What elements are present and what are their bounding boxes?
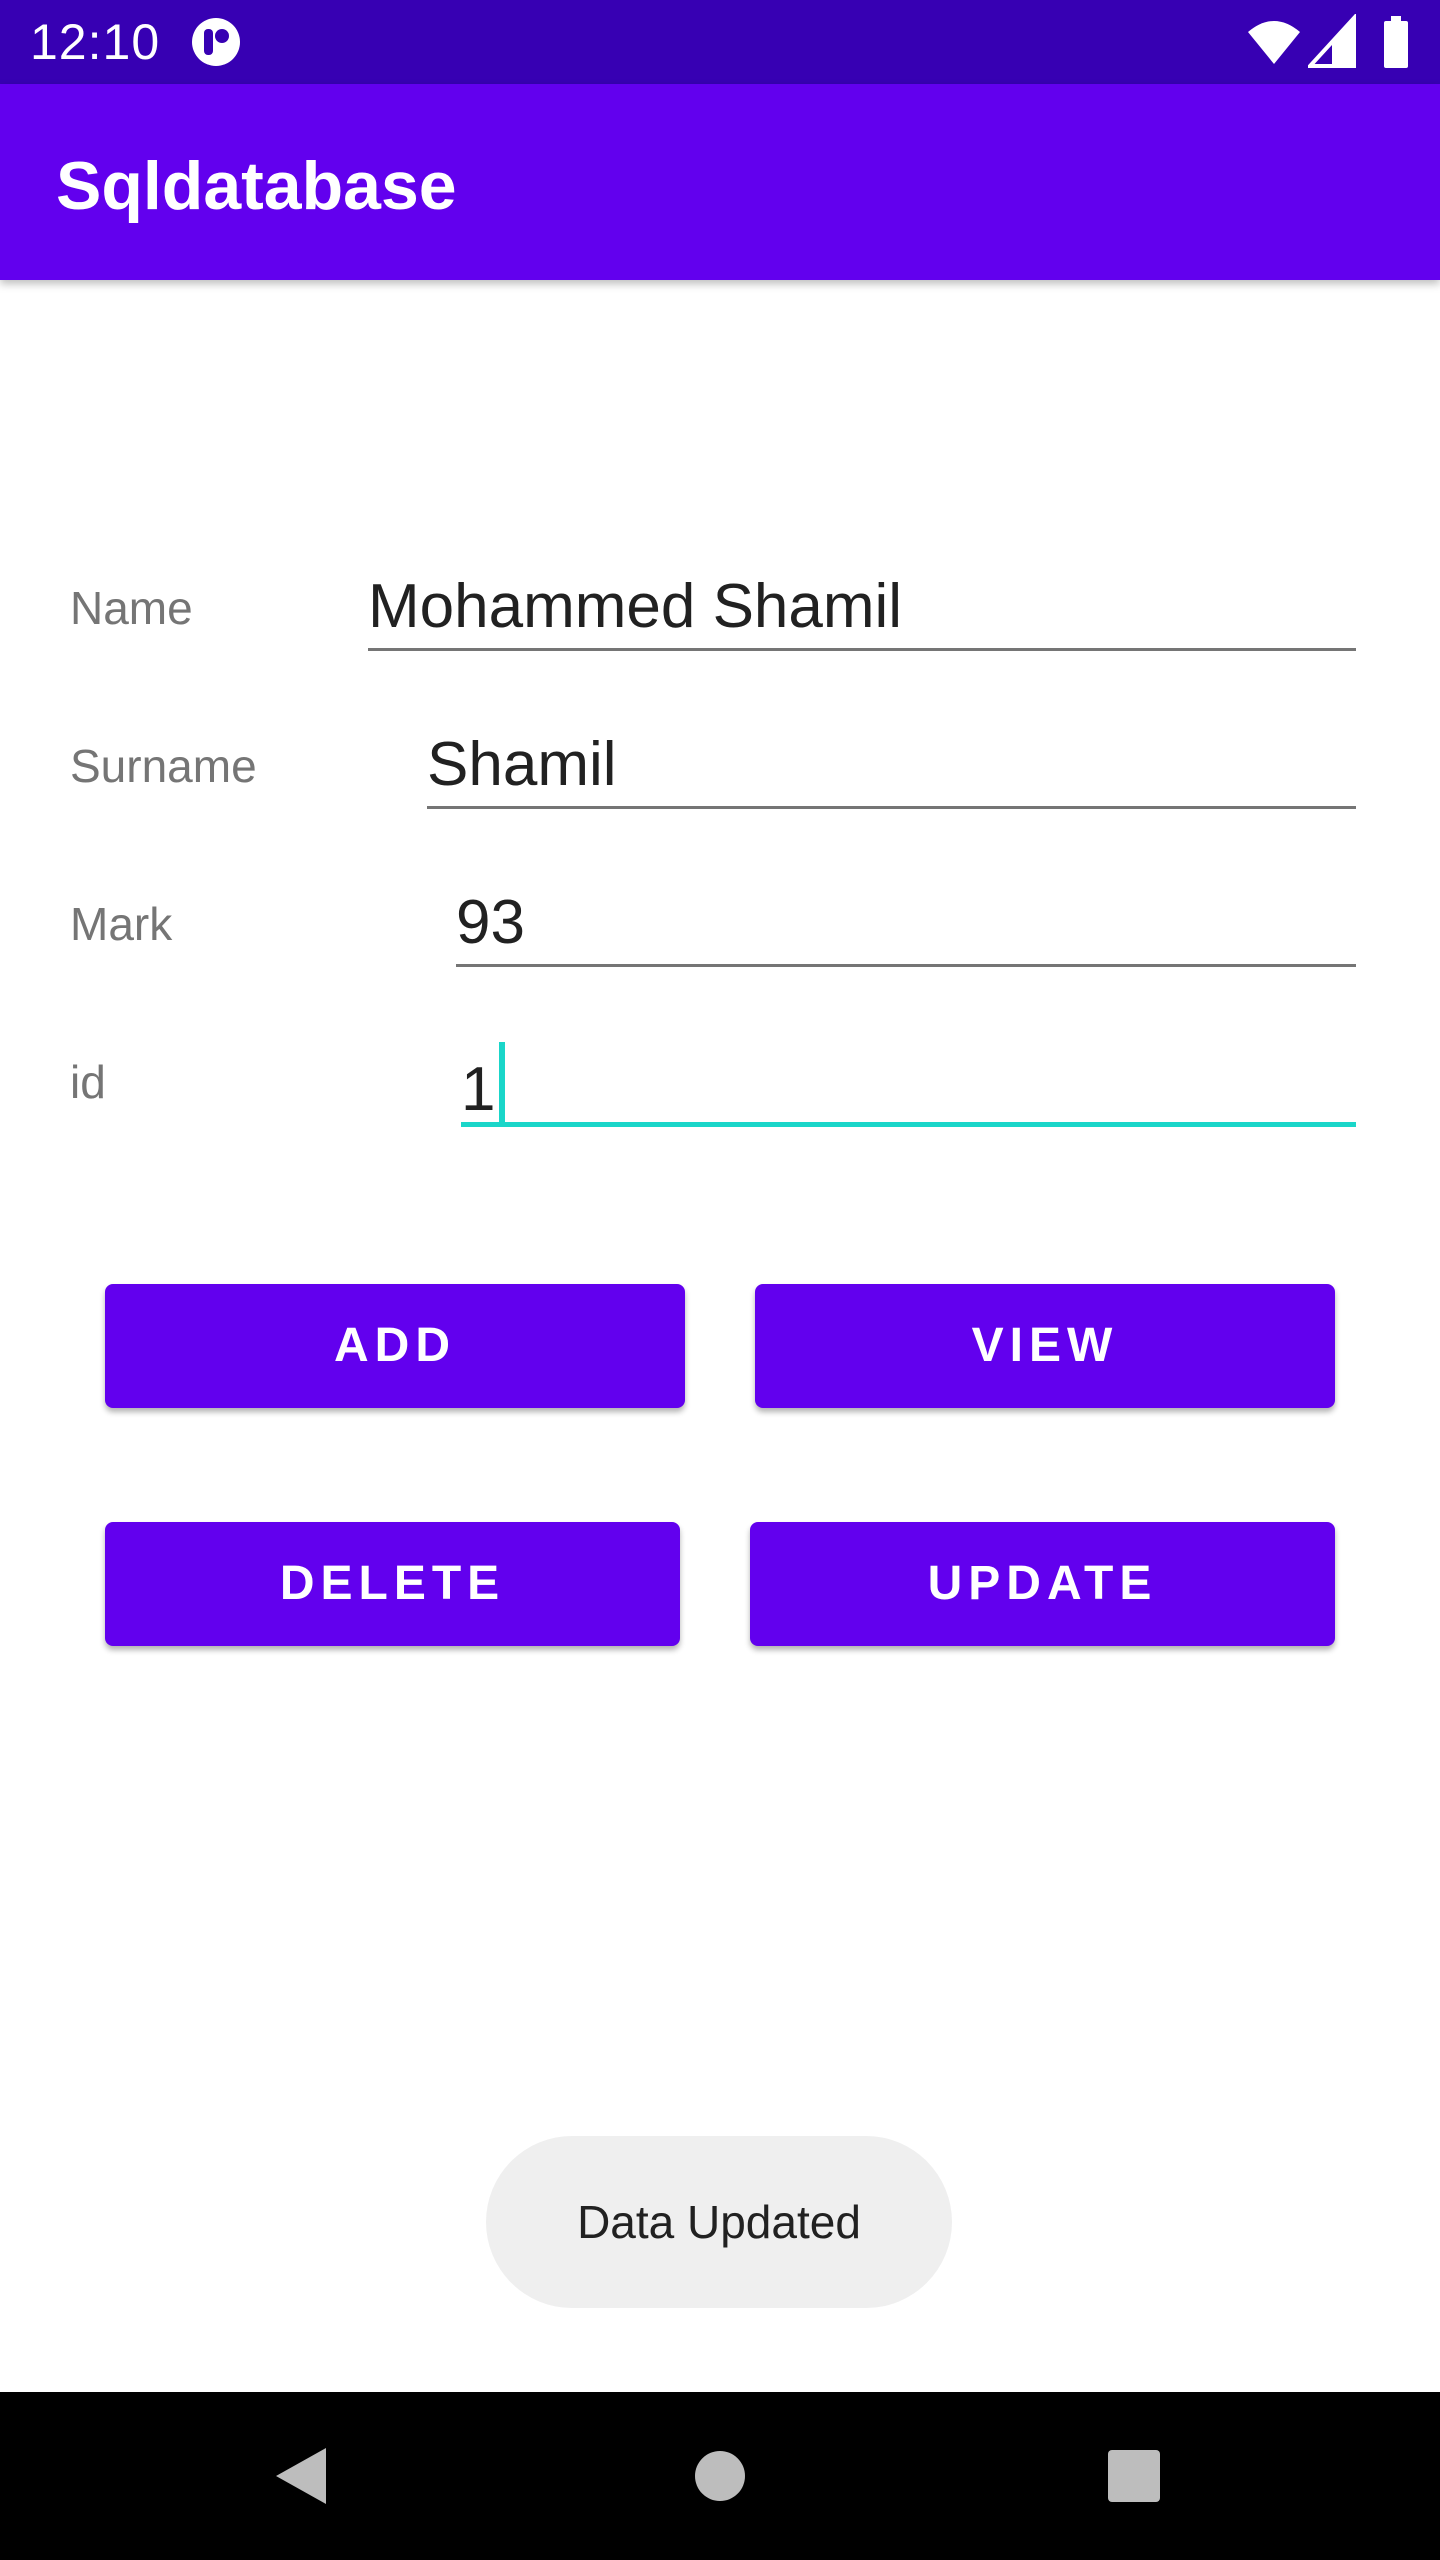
id-label: id — [70, 1056, 106, 1108]
id-input[interactable]: 1 — [461, 1042, 1356, 1127]
battery-icon — [1384, 16, 1408, 68]
add-button[interactable]: ADD — [105, 1284, 685, 1408]
view-button[interactable]: VIEW — [755, 1284, 1335, 1408]
navigation-bar — [0, 2392, 1440, 2560]
recents-icon[interactable] — [1108, 2450, 1160, 2502]
status-time: 12:10 — [30, 14, 161, 70]
app-notification-icon — [192, 18, 240, 66]
mark-label: Mark — [70, 898, 173, 950]
wifi-icon — [1248, 21, 1300, 64]
app-title: Sqldatabase — [56, 148, 457, 224]
surname-input[interactable]: Shamil — [427, 726, 1356, 809]
id-input-value: 1 — [461, 1055, 496, 1124]
back-icon[interactable] — [272, 2446, 328, 2506]
text-cursor — [499, 1042, 506, 1122]
app-bar: Sqldatabase — [0, 84, 1440, 280]
name-input[interactable]: Mohammed Shamil — [368, 568, 1356, 651]
name-label: Name — [70, 582, 193, 634]
signal-icon — [1308, 14, 1356, 68]
update-button[interactable]: UPDATE — [750, 1522, 1335, 1646]
toast-message: Data Updated — [486, 2136, 952, 2308]
home-icon[interactable] — [694, 2450, 746, 2502]
delete-button[interactable]: DELETE — [105, 1522, 680, 1646]
surname-label: Surname — [70, 740, 257, 792]
status-bar: 12:10 — [0, 0, 1440, 84]
mark-input[interactable]: 93 — [456, 884, 1356, 967]
